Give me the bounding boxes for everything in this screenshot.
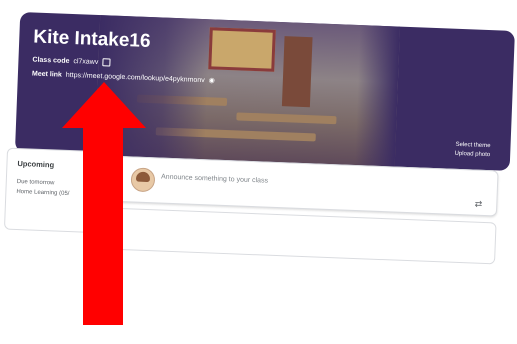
fullscreen-icon[interactable]: [102, 58, 111, 67]
upcoming-item-link[interactable]: Home Learning (05/: [16, 189, 69, 197]
visibility-icon[interactable]: ◉: [209, 76, 215, 84]
stream-card: [115, 207, 497, 265]
class-code-value[interactable]: cl7xawv: [73, 58, 98, 66]
upload-photo-link[interactable]: Upload photo: [454, 150, 490, 160]
classroom-page: Kite Intake16 Class code cl7xawv Meet li…: [0, 0, 517, 344]
announce-placeholder[interactable]: Announce something to your class: [161, 174, 268, 185]
theme-links: Select theme Upload photo: [454, 141, 490, 160]
red-arrow-shaft: [83, 120, 123, 325]
class-title[interactable]: Kite Intake16: [33, 27, 151, 53]
meet-link-label: Meet link: [31, 70, 63, 79]
class-code-row: Class code cl7xawv: [32, 56, 111, 67]
repost-icon[interactable]: ⇄: [475, 199, 483, 210]
upcoming-heading: Upcoming: [17, 159, 55, 170]
due-tomorrow-label: Due tomorrow: [16, 178, 55, 187]
class-code-label: Class code: [32, 56, 70, 65]
avatar: [130, 167, 156, 193]
